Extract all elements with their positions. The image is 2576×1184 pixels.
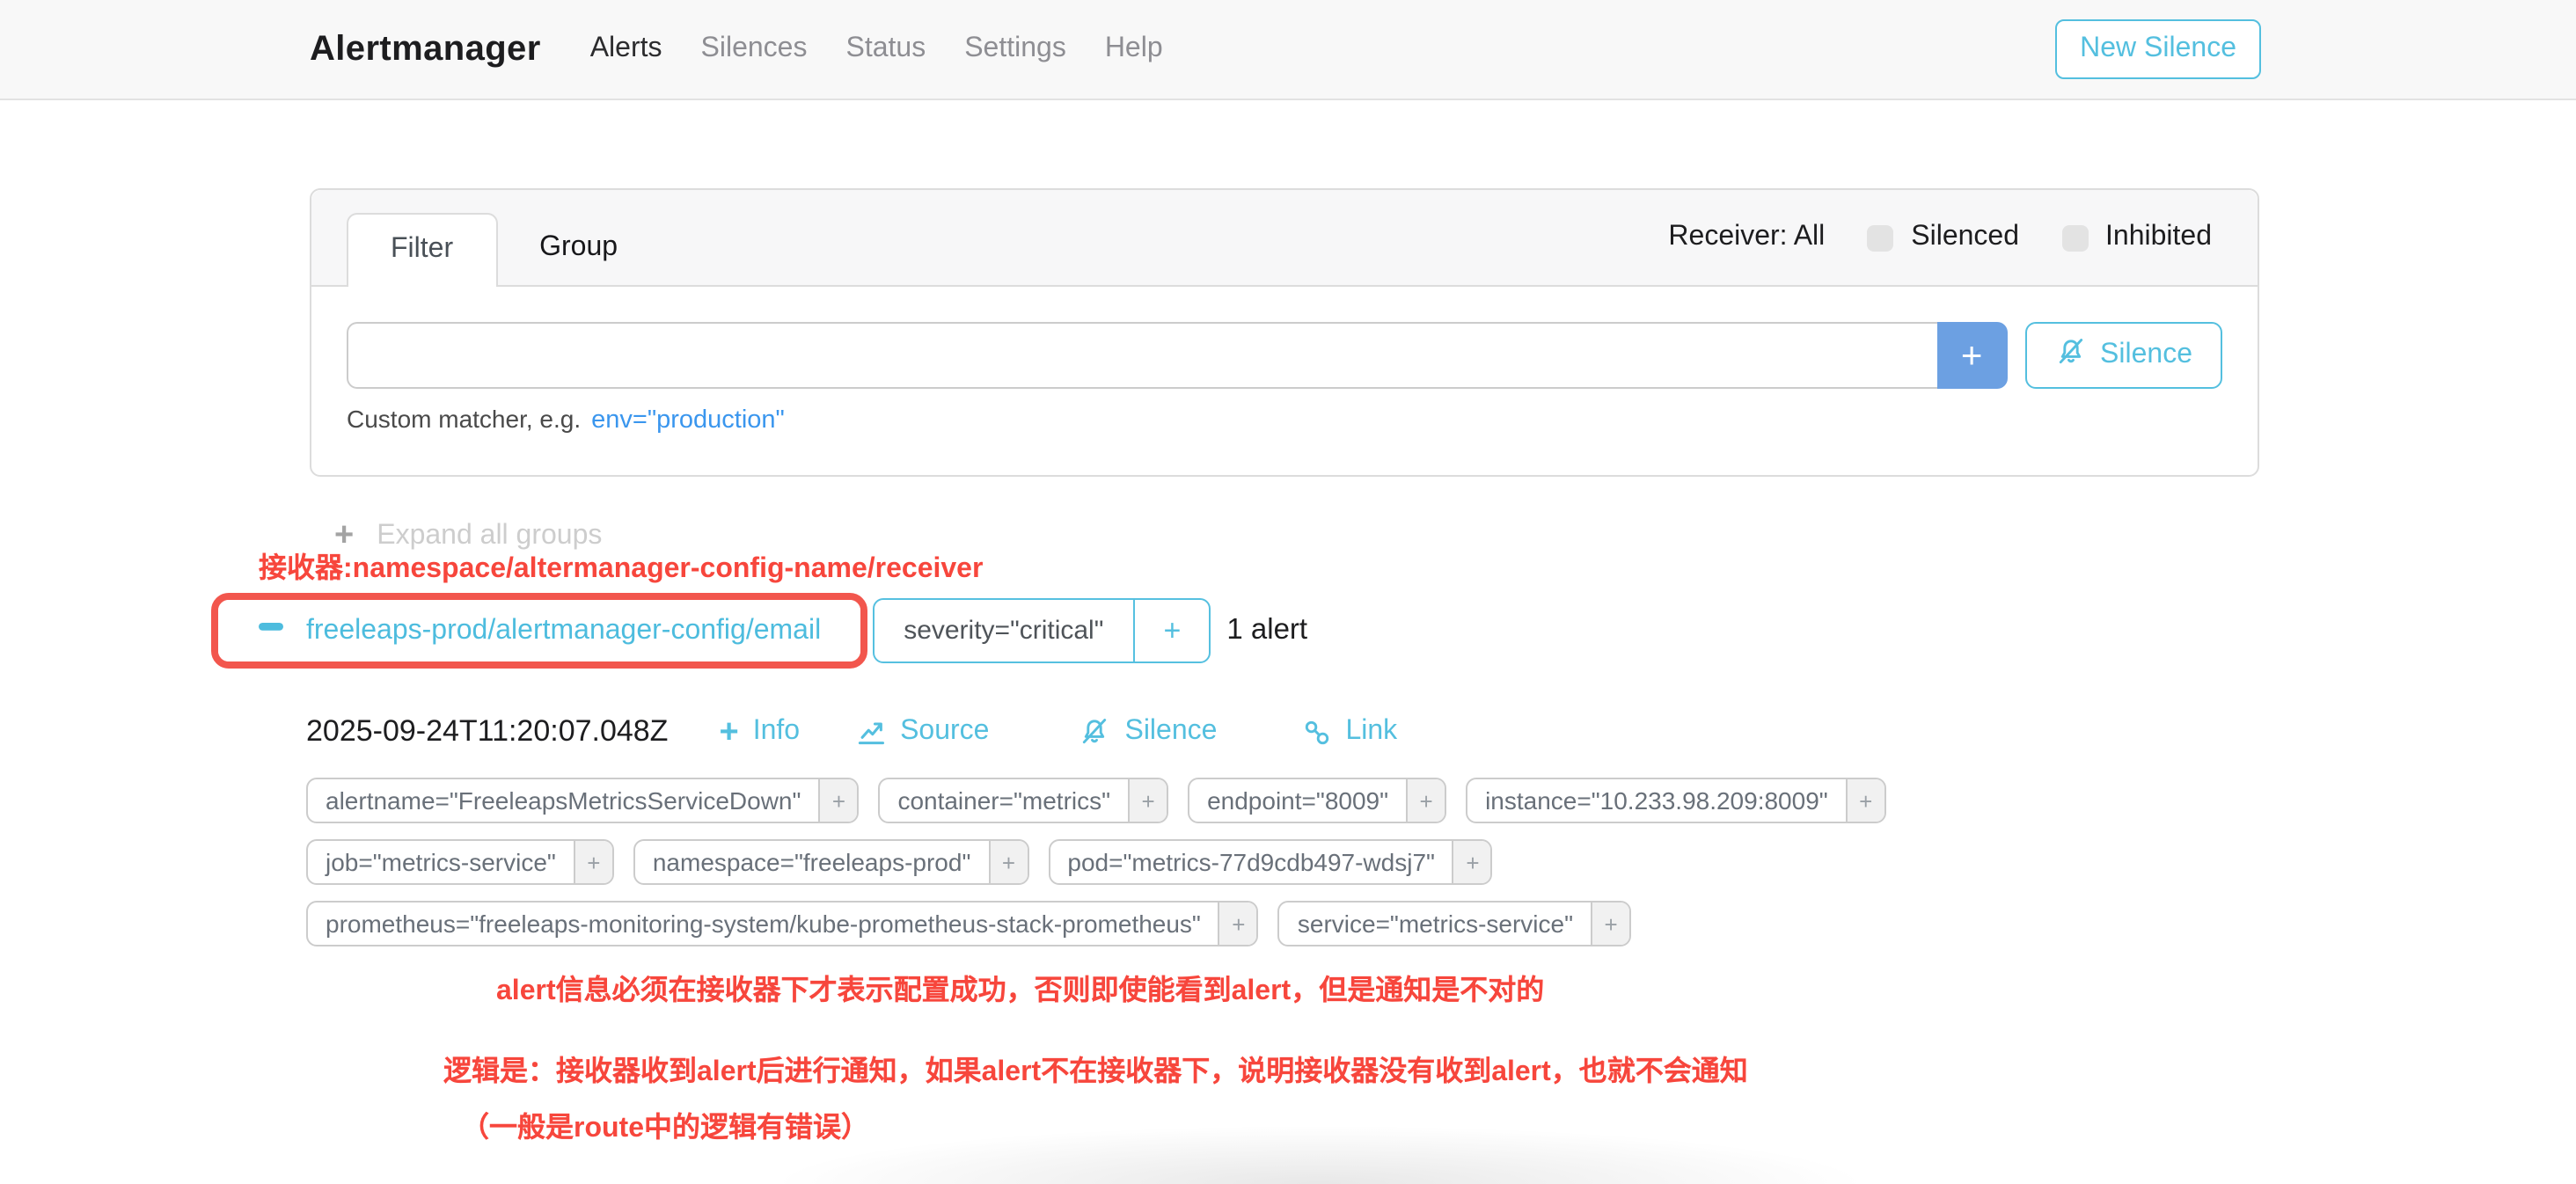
add-label-filter-button[interactable]: + (818, 779, 857, 822)
alert-label: endpoint="8009"+ (1188, 778, 1446, 823)
alert-label: namespace="freeleaps-prod"+ (633, 839, 1029, 885)
receiver-group-button[interactable]: freeleaps-prod/alertmanager-config/email (218, 600, 860, 661)
hint-text: Custom matcher, e.g. (347, 405, 581, 433)
inhibited-checkbox[interactable] (2061, 224, 2088, 251)
matcher-input-row: + Silence (347, 322, 2222, 389)
silence-alert-label: Silence (1124, 716, 1217, 748)
link-label: Link (1345, 716, 1397, 748)
tab-filter[interactable]: Filter (347, 213, 497, 287)
inhibited-label: Inhibited (2105, 222, 2212, 253)
alert-labels: alertname="FreeleapsMetricsServiceDown"+… (306, 778, 2154, 946)
info-button[interactable]: + Info (719, 715, 800, 749)
navbar: Alertmanager Alerts Silences Status Sett… (0, 0, 2576, 100)
add-label-filter-button[interactable]: + (1591, 903, 1629, 945)
add-label-filter-button[interactable]: + (1453, 841, 1491, 883)
chart-line-icon (854, 716, 886, 748)
source-label: Source (900, 716, 989, 748)
alert-label: pod="metrics-77d9cdb497-wdsj7"+ (1048, 839, 1493, 885)
receiver-group-label: freeleaps-prod/alertmanager-config/email (306, 615, 821, 647)
filter-card: Filter Group Receiver: All Silenced Inhi… (310, 188, 2259, 477)
group-matcher-badge: severity="critical" + (872, 598, 1211, 663)
link-button[interactable]: Link (1301, 716, 1397, 748)
plus-icon: + (719, 715, 738, 749)
bell-slash-icon (1079, 716, 1110, 748)
custom-matcher-hint: Custom matcher, e.g. env="production" (347, 405, 2222, 435)
source-button[interactable]: Source (854, 716, 989, 748)
filter-card-body: + Silence Custom matcher, e.g. env="produ… (311, 287, 2258, 435)
new-silence-button[interactable]: New Silence (2055, 19, 2261, 79)
receiver-annotation: 接收器:namespace/altermanager-config-name/r… (259, 544, 983, 586)
alertmanager-page: Alertmanager Alerts Silences Status Sett… (0, 0, 2576, 1184)
tab-group[interactable]: Group (497, 213, 660, 285)
alert-annotation: alert信息必须在接收器下才表示配置成功，否则即使能看到alert，但是通知是… (496, 966, 1544, 1008)
alert-label: service="metrics-service"+ (1278, 901, 1631, 946)
inhibited-toggle[interactable]: Inhibited (2061, 222, 2212, 253)
alert-row: 2025-09-24T11:20:07.048Z + Info Source (306, 714, 1397, 749)
alert-label: alertname="FreeleapsMetricsServiceDown"+ (306, 778, 859, 823)
nav-item-status[interactable]: Status (845, 33, 926, 65)
minus-icon (257, 612, 285, 649)
nav-item-settings[interactable]: Settings (964, 33, 1066, 65)
nav-item-help[interactable]: Help (1105, 33, 1163, 65)
receiver-filter[interactable]: Receiver: All (1668, 222, 1825, 253)
silence-alert-button[interactable]: Silence (1079, 716, 1217, 748)
logic-annotation-line1: 逻辑是：接收器收到alert后进行通知，如果alert不在接收器下，说明接收器没… (443, 1047, 1748, 1089)
alert-group-row: freeleaps-prod/alertmanager-config/email… (211, 593, 1307, 669)
severity-matcher[interactable]: severity="critical" (874, 600, 1133, 661)
alert-label: prometheus="freeleaps-monitoring-system/… (306, 901, 1259, 946)
info-label: Info (753, 716, 800, 748)
filter-options: Receiver: All Silenced Inhibited (1668, 222, 2258, 253)
silence-filter-button[interactable]: Silence (2024, 322, 2222, 389)
alert-timestamp: 2025-09-24T11:20:07.048Z (306, 714, 668, 749)
add-label-filter-button[interactable]: + (1128, 779, 1167, 822)
logic-annotation: 逻辑是：接收器收到alert后进行通知，如果alert不在接收器下，说明接收器没… (443, 1047, 1748, 1145)
add-label-filter-button[interactable]: + (574, 841, 612, 883)
alert-count: 1 alert (1226, 614, 1307, 647)
nav-item-alerts[interactable]: Alerts (590, 33, 662, 65)
add-label-filter-button[interactable]: + (988, 841, 1027, 883)
add-matcher-button[interactable]: + (1936, 322, 2007, 389)
alert-label: container="metrics"+ (878, 778, 1168, 823)
matcher-example-link[interactable]: env="production" (591, 406, 785, 435)
bell-slash-icon (2054, 335, 2086, 376)
add-label-filter-button[interactable]: + (1218, 903, 1257, 945)
silenced-label: Silenced (1911, 222, 2019, 253)
logic-annotation-line2: （一般是route中的逻辑有错误） (443, 1103, 1748, 1145)
annotation-highlight-box: freeleaps-prod/alertmanager-config/email (211, 593, 867, 669)
add-label-filter-button[interactable]: + (1406, 779, 1445, 822)
alert-label: job="metrics-service"+ (306, 839, 614, 885)
alert-label: instance="10.233.98.209:8009"+ (1466, 778, 1886, 823)
matcher-input[interactable] (347, 322, 1936, 389)
chain-icon (1301, 717, 1331, 747)
app-brand[interactable]: Alertmanager (310, 29, 541, 69)
nav-item-silences[interactable]: Silences (701, 33, 808, 65)
silenced-checkbox[interactable] (1867, 224, 1893, 251)
nav-links: Alerts Silences Status Settings Help (590, 33, 1163, 65)
silenced-toggle[interactable]: Silenced (1867, 222, 2019, 253)
add-group-matcher-button[interactable]: + (1133, 600, 1209, 661)
add-label-filter-button[interactable]: + (1846, 779, 1884, 822)
filter-card-header: Filter Group Receiver: All Silenced Inhi… (311, 190, 2258, 287)
silence-filter-label: Silence (2100, 340, 2192, 371)
